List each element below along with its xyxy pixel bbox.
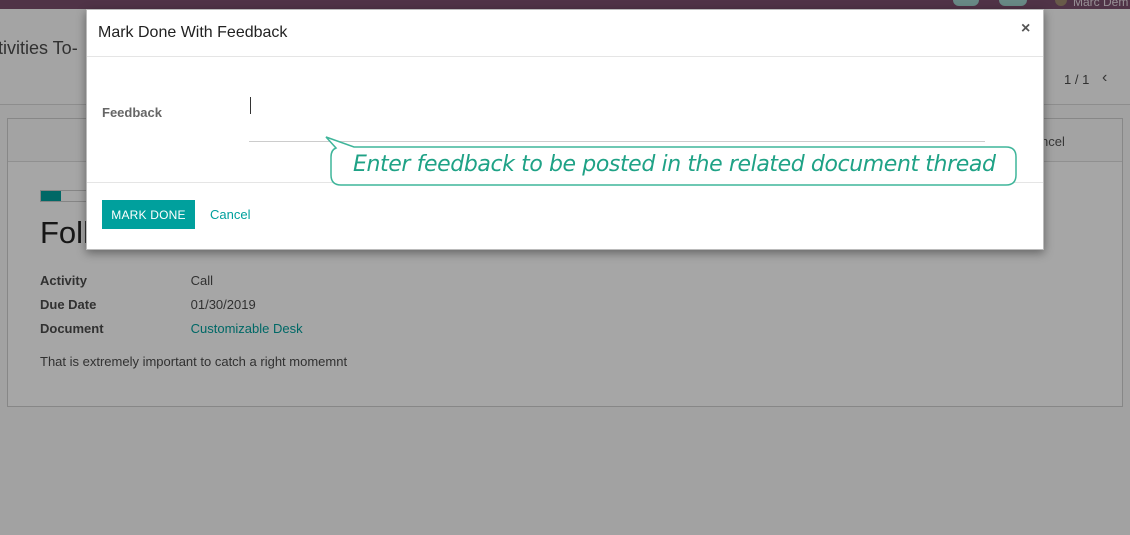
mark-done-button[interactable]: MARK DONE: [102, 200, 195, 229]
modal-title: Mark Done With Feedback: [98, 24, 288, 41]
mark-done-dialog: Mark Done With Feedback × Feedback MARK …: [86, 9, 1044, 250]
cancel-button[interactable]: Cancel: [210, 207, 250, 222]
tooltip-text: Enter feedback to be posted in the relat…: [353, 152, 996, 177]
feedback-label: Feedback: [102, 105, 162, 120]
close-icon[interactable]: ×: [1021, 21, 1030, 37]
feedback-input[interactable]: [249, 94, 985, 142]
modal-header: Mark Done With Feedback ×: [87, 10, 1043, 57]
text-cursor: [250, 97, 251, 114]
